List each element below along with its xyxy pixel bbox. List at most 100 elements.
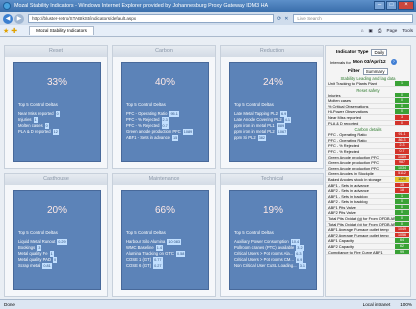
indicator-row[interactable]: Unit Tracking to Plants Plant 1 bbox=[326, 81, 410, 87]
browser-tab[interactable]: Mozal Stability Indicators bbox=[29, 26, 94, 35]
kpi-value[interactable]: 3.1 bbox=[298, 263, 306, 269]
indicator-label: PFC - Operating Ratio bbox=[328, 132, 367, 138]
back-button[interactable]: ◀ bbox=[3, 13, 13, 24]
kpi-subtitle: Top 5 Control Deltas bbox=[18, 230, 58, 235]
stop-icon[interactable]: ✕ bbox=[284, 16, 288, 22]
kpi-value[interactable]: 95.1 bbox=[169, 111, 179, 117]
indicator-value: 62 bbox=[395, 244, 409, 249]
indicator-label: Molten cases bbox=[328, 98, 351, 104]
indicator-value: 1056 bbox=[395, 232, 409, 238]
tools-menu[interactable]: Tools bbox=[402, 28, 413, 34]
window-title: Mozal Stability Indicators - Windows Int… bbox=[14, 3, 269, 9]
indicator-value: 987 bbox=[395, 160, 409, 165]
address-actions: ⟳ ✕ bbox=[277, 16, 291, 22]
indicator-label: PLA & D reported bbox=[328, 120, 359, 126]
kpi-value[interactable]: 15 bbox=[172, 135, 179, 141]
indicator-value: 0 bbox=[395, 204, 409, 210]
kpi-line: ABF1 - Sets in advance 15 bbox=[126, 135, 179, 141]
kpi-value[interactable]: 382 bbox=[257, 135, 266, 141]
kpi-value[interactable]: 0.81 bbox=[42, 263, 52, 269]
indicator-label: ABF2 Pits Valve bbox=[328, 210, 356, 216]
kpi-value[interactable]: 1089 bbox=[182, 129, 194, 135]
kpi-percent: 33% bbox=[46, 77, 67, 88]
kpi-box[interactable]: 20% Top 5 Control Deltas Liquid Metal Ru… bbox=[13, 190, 101, 290]
address-input[interactable]: http://bluster-retro/STABIkSt/indicators… bbox=[28, 14, 274, 23]
indicator-row[interactable]: PLA & D reported 0 bbox=[326, 120, 410, 127]
panel-title: Carbon bbox=[113, 46, 215, 57]
kpi-value[interactable]: 1067 bbox=[276, 129, 288, 135]
indicator-value: 1 bbox=[395, 193, 409, 199]
panel-technical: Technical 19% Top 5 Control Deltas Auxil… bbox=[220, 173, 324, 297]
feeds-icon[interactable]: ▣ bbox=[369, 28, 373, 34]
indicator-value: 0 bbox=[395, 210, 409, 216]
kpi-percent: 19% bbox=[262, 205, 283, 216]
kpi-subtitle: Top 5 Control Deltas bbox=[234, 230, 274, 235]
kpi-percent: 24% bbox=[262, 77, 283, 88]
kpi-box[interactable]: 24% Top 5 Control Deltas Late Metal Tapp… bbox=[229, 62, 317, 162]
indicator-type-label: Indicator Type bbox=[336, 50, 369, 55]
kpi-subtitle: Top 5 Control Deltas bbox=[18, 102, 58, 107]
indicator-value: 18 bbox=[395, 188, 409, 193]
kpi-value[interactable]: 0 bbox=[55, 111, 60, 117]
kpi-box[interactable]: 40% Top 5 Control Deltas PFC - Operating… bbox=[121, 62, 209, 162]
kpi-line: Scrap metal 0.81 bbox=[18, 263, 52, 269]
search-input[interactable]: Live Search bbox=[293, 14, 413, 23]
interval-value[interactable]: Mon 03/Apr/12 bbox=[353, 60, 386, 65]
close-button[interactable]: × bbox=[398, 1, 414, 10]
indicator-value: 0 bbox=[395, 92, 409, 98]
kpi-subtitle: Top 5 Control Deltas bbox=[234, 102, 274, 107]
kpi-box[interactable]: 66% Top 5 Control Deltas Harbour Silo Al… bbox=[121, 190, 209, 290]
kpi-value[interactable]: 0.27 bbox=[153, 263, 163, 269]
kpi-line: Non Critical User CuSL Loading... 3.1 bbox=[234, 263, 306, 269]
refresh-icon[interactable]: ⟳ bbox=[277, 16, 281, 22]
indicator-label: Green Anode production PFC bbox=[328, 160, 380, 166]
safety-list: Injuries 0 Molten cases 0 % Critical Observa… bbox=[326, 92, 410, 127]
kpi-value[interactable]: 10 083 bbox=[167, 239, 181, 245]
kpi-value[interactable]: 0.58 bbox=[175, 251, 186, 257]
indicator-row[interactable]: Compliance to Fire Curve ABF1 99 bbox=[326, 249, 410, 256]
minimize-button[interactable]: – bbox=[374, 1, 385, 10]
kpi-value[interactable]: 0 bbox=[52, 257, 58, 263]
address-bar-row: ◀ ▶ http://bluster-retro/STABIkSt/indica… bbox=[0, 12, 416, 25]
forward-button[interactable]: ▶ bbox=[14, 13, 24, 24]
indicator-type-row: Indicator Type Daily bbox=[336, 49, 410, 56]
zoom-level[interactable]: 100% bbox=[400, 300, 412, 309]
kpi-percent: 66% bbox=[154, 205, 175, 216]
indicator-side-panel: Indicator Type Daily Intervals for Mon 0… bbox=[325, 45, 411, 297]
internet-explorer-icon bbox=[3, 2, 11, 10]
help-icon[interactable]: ? bbox=[390, 59, 397, 65]
home-icon[interactable]: ⌂ bbox=[361, 28, 364, 34]
panel-title: Casthouse bbox=[5, 174, 107, 185]
status-right: Local intranet 100% bbox=[363, 300, 412, 309]
filter-select[interactable]: Summary bbox=[362, 68, 388, 75]
window-controls: – □ × bbox=[373, 1, 414, 11]
page-menu[interactable]: Page bbox=[387, 28, 398, 34]
indicator-value: 0 bbox=[395, 221, 409, 227]
add-favorite-icon[interactable]: ✚ bbox=[11, 27, 17, 35]
panel-safety: Reset 33% Top 5 Control Deltas Near Miss… bbox=[4, 45, 108, 169]
indicator-label: % Critical Observations bbox=[328, 103, 369, 109]
maximize-button[interactable]: □ bbox=[386, 1, 397, 10]
kpi-line: COSE 6 (GT) 0.27 bbox=[126, 263, 163, 269]
indicator-label: Green Anodes in Stockpile bbox=[328, 171, 374, 177]
indicator-label: Near Miss reported bbox=[328, 114, 362, 120]
indicator-label: PFC - % Rejected bbox=[328, 143, 360, 149]
kpi-box[interactable]: 19% Top 5 Control Deltas Auxiliary Power… bbox=[229, 190, 317, 290]
favorites-star-icon[interactable]: ★ bbox=[3, 27, 9, 35]
indicator-label: ABF1 - Sets in backlog bbox=[328, 193, 368, 199]
indicator-value: 1120 bbox=[395, 176, 409, 182]
indicator-value: 0 bbox=[395, 109, 409, 115]
print-icon[interactable]: ⎙ bbox=[378, 28, 382, 34]
indicator-value: 86.3 bbox=[395, 137, 409, 143]
panel-reduction: Reduction 24% Top 5 Control Deltas Late … bbox=[220, 45, 324, 169]
kpi-box[interactable]: 33% Top 5 Control Deltas Near Miss repor… bbox=[13, 62, 101, 162]
kpi-value[interactable]: 0.29 bbox=[57, 239, 67, 245]
indicator-type-select[interactable]: Daily bbox=[371, 49, 388, 56]
security-zone: Local intranet bbox=[362, 302, 391, 307]
kpi-value[interactable]: 12 bbox=[52, 129, 59, 135]
indicator-value: 91.1 bbox=[395, 132, 409, 137]
indicator-label: ABF1 Pits Valve bbox=[328, 204, 356, 210]
panel-title: Maintenance bbox=[113, 174, 215, 185]
kpi-subtitle: Top 5 Control Deltas bbox=[126, 230, 166, 235]
status-text: Done bbox=[4, 302, 15, 307]
